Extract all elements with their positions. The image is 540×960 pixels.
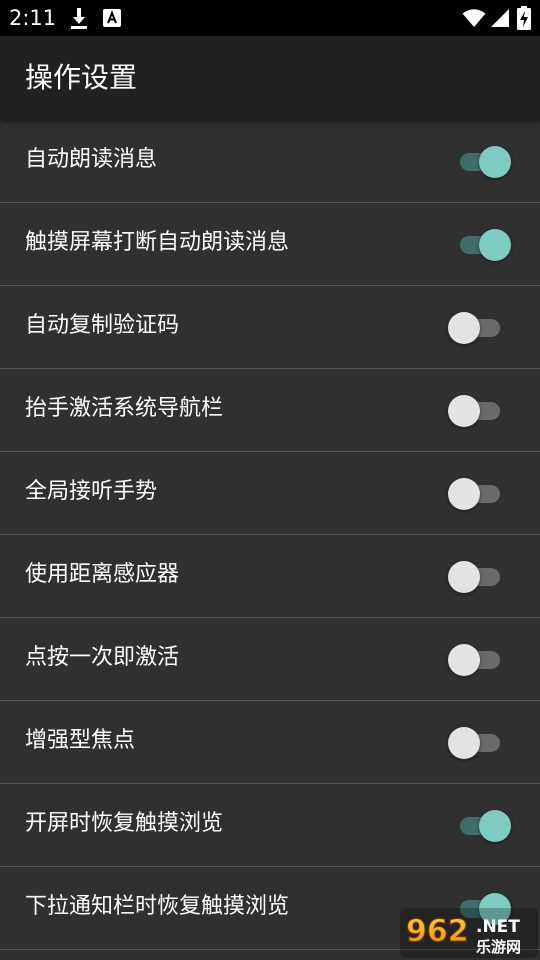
svg-text:乐游网: 乐游网 [476, 938, 521, 956]
setting-label: 自动复制验证码 [25, 313, 180, 338]
svg-text:.NET: .NET [476, 917, 520, 937]
toggle-switch[interactable] [448, 311, 514, 345]
setting-row[interactable]: 增强型焦点 [0, 701, 540, 784]
setting-row[interactable]: 自动复制验证码 [0, 286, 540, 369]
app-bar: 操作设置 [0, 36, 540, 120]
svg-text:962: 962 [406, 914, 469, 949]
toggle-thumb [479, 229, 511, 261]
toggle-switch[interactable] [448, 228, 514, 262]
toggle-thumb [448, 727, 480, 759]
toggle-switch[interactable] [448, 560, 514, 594]
setting-label: 增强型焦点 [25, 728, 136, 753]
status-bar: 2:11 [0, 0, 540, 36]
setting-label: 全局接听手势 [25, 479, 158, 504]
toggle-thumb [448, 312, 480, 344]
page-title: 操作设置 [25, 61, 138, 94]
setting-row[interactable]: 自动朗读消息 [0, 120, 540, 203]
toggle-thumb [448, 395, 480, 427]
setting-label: 点按一次即激活 [25, 645, 180, 670]
setting-row[interactable]: 抬手激活系统导航栏 [0, 369, 540, 452]
toggle-switch[interactable] [448, 145, 514, 179]
toggle-thumb [479, 146, 511, 178]
setting-label: 自动朗读消息 [25, 147, 158, 172]
toggle-thumb [448, 561, 480, 593]
setting-row[interactable]: 使用距离感应器 [0, 535, 540, 618]
setting-label: 开屏时恢复触摸浏览 [25, 811, 224, 836]
watermark-logo: 962 .NET 乐游网 [400, 908, 538, 958]
toggle-switch[interactable] [448, 643, 514, 677]
setting-label: 抬手激活系统导航栏 [25, 396, 224, 421]
setting-label: 使用距离感应器 [25, 562, 180, 587]
setting-label: 下拉通知栏时恢复触摸浏览 [25, 894, 290, 919]
toggle-switch[interactable] [448, 394, 514, 428]
setting-row[interactable]: 触摸屏幕打断自动朗读消息 [0, 203, 540, 286]
toggle-switch[interactable] [448, 477, 514, 511]
wifi-icon [462, 9, 486, 27]
toggle-switch[interactable] [448, 809, 514, 843]
status-time: 2:11 [9, 6, 57, 30]
download-icon [71, 8, 87, 29]
signal-icon [491, 9, 509, 27]
font-notification-icon [103, 9, 121, 27]
battery-charging-icon [517, 6, 531, 30]
toggle-thumb [479, 810, 511, 842]
setting-row[interactable]: 全局接听手势 [0, 452, 540, 535]
settings-list: 自动朗读消息触摸屏幕打断自动朗读消息 自动复制验证码抬手激活系统导航栏 全局接听手势… [0, 120, 540, 950]
toggle-thumb [448, 478, 480, 510]
setting-label: 触摸屏幕打断自动朗读消息 [25, 230, 290, 255]
toggle-switch[interactable] [448, 726, 514, 760]
setting-row[interactable]: 点按一次即激活 [0, 618, 540, 701]
setting-row[interactable]: 开屏时恢复触摸浏览 [0, 784, 540, 867]
toggle-thumb [448, 644, 480, 676]
